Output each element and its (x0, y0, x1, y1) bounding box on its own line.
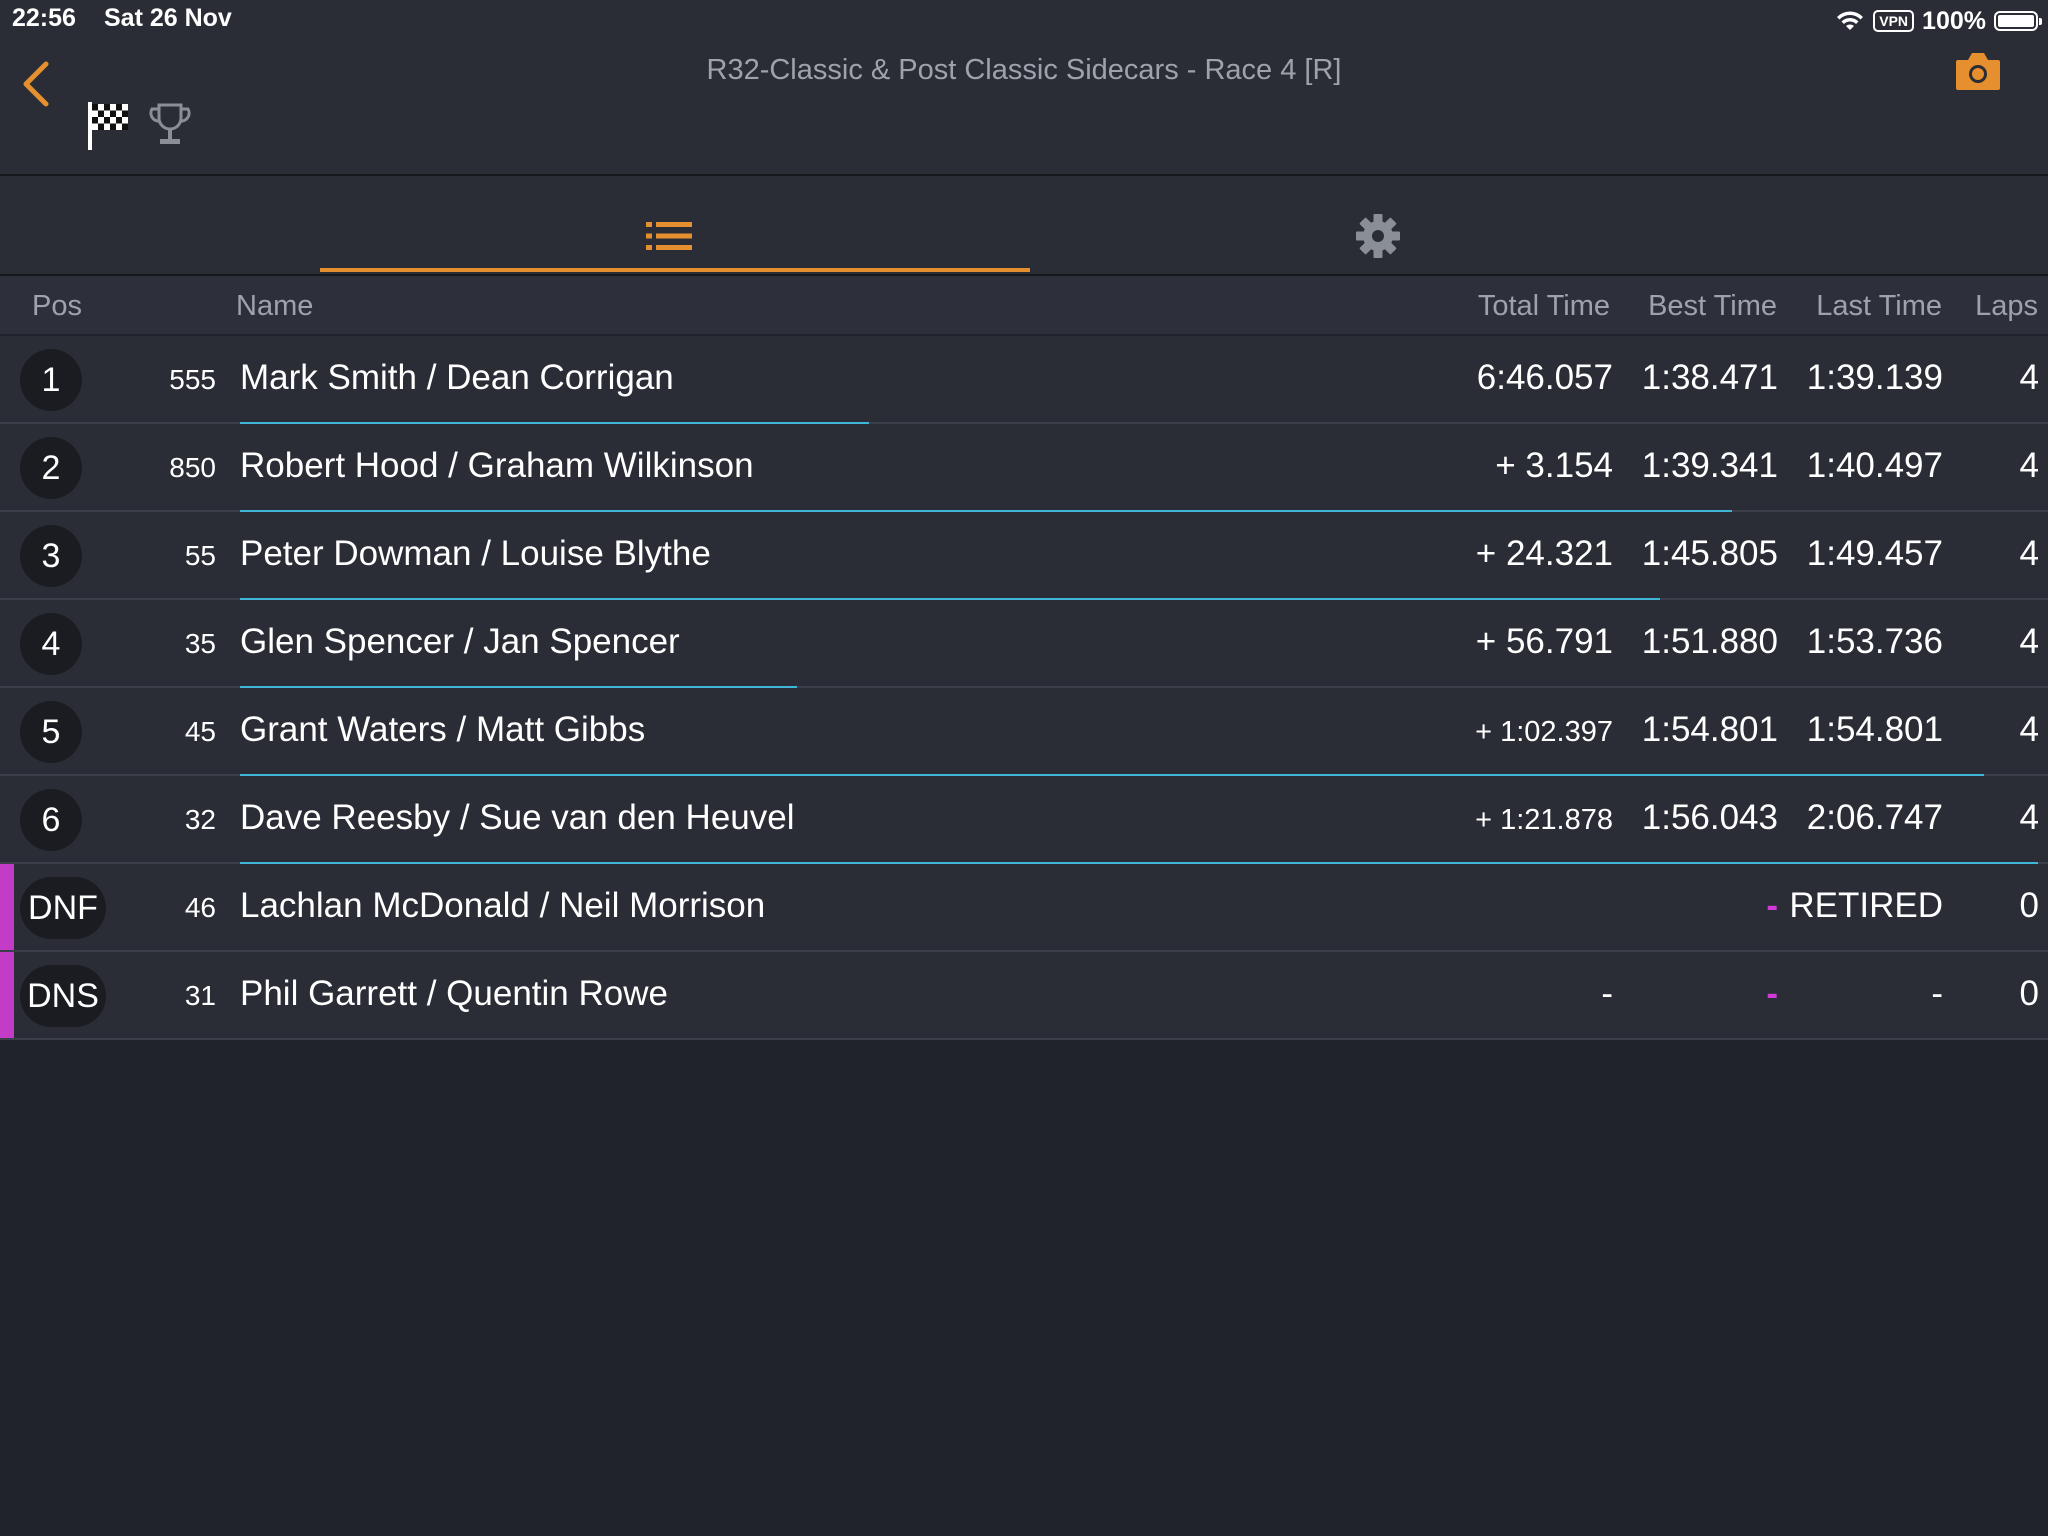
position-badge: DNS (20, 965, 106, 1027)
laps-count: 0 (2019, 974, 2039, 1013)
rider-names: Mark Smith / Dean Corrigan (240, 358, 674, 397)
table-row[interactable]: 2 850 Robert Hood / Graham Wilkinson + 3… (0, 424, 2048, 512)
tab-settings[interactable] (1030, 176, 1740, 274)
last-time: 1:49.457 (1806, 534, 1943, 573)
best-time: 1:51.880 (1641, 622, 1778, 661)
checkered-flag-icon[interactable] (86, 100, 132, 152)
race-number: 35 (184, 628, 216, 659)
total-time: + 3.154 (1495, 446, 1613, 485)
position-badge: 4 (20, 613, 82, 675)
total-time: + 1:02.397 (1475, 716, 1613, 748)
rider-names: Dave Reesby / Sue van den Heuvel (240, 798, 795, 837)
best-time: 1:54.801 (1641, 710, 1778, 749)
table-row[interactable]: 5 45 Grant Waters / Matt Gibbs + 1:02.39… (0, 688, 2048, 776)
table-row[interactable]: DNS 31 Phil Garrett / Quentin Rowe - - -… (0, 952, 2048, 1040)
vpn-badge: VPN (1873, 10, 1915, 32)
best-time: 1:45.805 (1641, 534, 1778, 573)
last-time: 1:54.801 (1806, 710, 1943, 749)
column-total-time[interactable]: Total Time (1478, 290, 1610, 323)
battery-icon (1994, 11, 2042, 31)
status-indicators: VPN 100% (1835, 4, 2042, 38)
column-name[interactable]: Name (236, 290, 313, 323)
position-badge: 6 (20, 789, 82, 851)
total-time: + 24.321 (1475, 534, 1613, 573)
laps-count: 4 (2019, 358, 2039, 397)
laps-count: 4 (2019, 534, 2039, 573)
rider-names: Grant Waters / Matt Gibbs (240, 710, 646, 749)
laps-count: 4 (2019, 446, 2039, 485)
race-number: 555 (169, 364, 216, 395)
position-badge: 5 (20, 701, 82, 763)
page-title: R32-Classic & Post Classic Sidecars - Ra… (706, 54, 1342, 86)
best-time: - (1766, 974, 1778, 1013)
best-time: - (1766, 886, 1778, 925)
laps-count: 4 (2019, 798, 2039, 837)
rider-names: Phil Garrett / Quentin Rowe (240, 974, 668, 1013)
position-badge: DNF (20, 877, 106, 939)
race-number: 46 (184, 892, 216, 923)
laps-count: 4 (2019, 622, 2039, 661)
column-last-time[interactable]: Last Time (1816, 290, 1942, 323)
position-badge: 2 (20, 437, 82, 499)
table-row[interactable]: 4 35 Glen Spencer / Jan Spencer + 56.791… (0, 600, 2048, 688)
last-time: 1:53.736 (1806, 622, 1943, 661)
tab-results-list[interactable] (320, 176, 1030, 274)
last-time: RETIRED (1789, 886, 1943, 925)
rider-names: Robert Hood / Graham Wilkinson (240, 446, 754, 485)
laps-count: 4 (2019, 710, 2039, 749)
header (0, 0, 2048, 174)
status-marker (0, 864, 14, 950)
last-time: 1:39.139 (1806, 358, 1943, 397)
rider-names: Lachlan McDonald / Neil Morrison (240, 886, 766, 925)
column-header: Pos Name Total Time Best Time Last Time … (0, 276, 2048, 334)
column-best-time[interactable]: Best Time (1648, 290, 1777, 323)
rider-names: Peter Dowman / Louise Blythe (240, 534, 711, 573)
column-pos[interactable]: Pos (32, 290, 82, 323)
race-number: 32 (184, 804, 216, 835)
battery-percent: 100% (1922, 6, 1986, 35)
total-time: + 1:21.878 (1475, 804, 1613, 836)
table-row[interactable]: 1 555 Mark Smith / Dean Corrigan 6:46.05… (0, 336, 2048, 424)
laps-count: 0 (2019, 886, 2039, 925)
status-marker (0, 952, 14, 1038)
wifi-icon (1837, 11, 1864, 30)
best-time: 1:56.043 (1641, 798, 1778, 837)
position-badge: 1 (20, 349, 82, 411)
gear-icon (1356, 214, 1400, 258)
best-time: 1:38.471 (1641, 358, 1778, 397)
rider-names: Glen Spencer / Jan Spencer (240, 622, 680, 661)
position-badge: 3 (20, 525, 82, 587)
table-row[interactable]: 6 32 Dave Reesby / Sue van den Heuvel + … (0, 776, 2048, 864)
column-laps[interactable]: Laps (1975, 290, 2038, 323)
best-time: 1:39.341 (1641, 446, 1778, 485)
race-number: 45 (184, 716, 216, 747)
camera-icon[interactable] (1954, 50, 2002, 92)
table-row[interactable]: 3 55 Peter Dowman / Louise Blythe + 24.3… (0, 512, 2048, 600)
race-number: 850 (169, 452, 216, 483)
last-time: 2:06.747 (1806, 798, 1943, 837)
last-time: - (1931, 974, 1943, 1013)
total-time: - (1601, 974, 1613, 1013)
trophy-icon[interactable] (148, 102, 192, 148)
total-time: + 56.791 (1475, 622, 1613, 661)
last-time: 1:40.497 (1806, 446, 1943, 485)
table-row[interactable]: DNF 46 Lachlan McDonald / Neil Morrison … (0, 864, 2048, 952)
total-time: 6:46.057 (1476, 358, 1613, 397)
list-icon (646, 222, 692, 250)
race-number: 31 (184, 980, 216, 1011)
tab-selected-indicator (320, 268, 1030, 272)
race-number: 55 (184, 540, 216, 571)
status-time: 22:56 (12, 4, 76, 32)
status-date: Sat 26 Nov (104, 4, 232, 32)
back-chevron-icon[interactable] (18, 58, 54, 110)
